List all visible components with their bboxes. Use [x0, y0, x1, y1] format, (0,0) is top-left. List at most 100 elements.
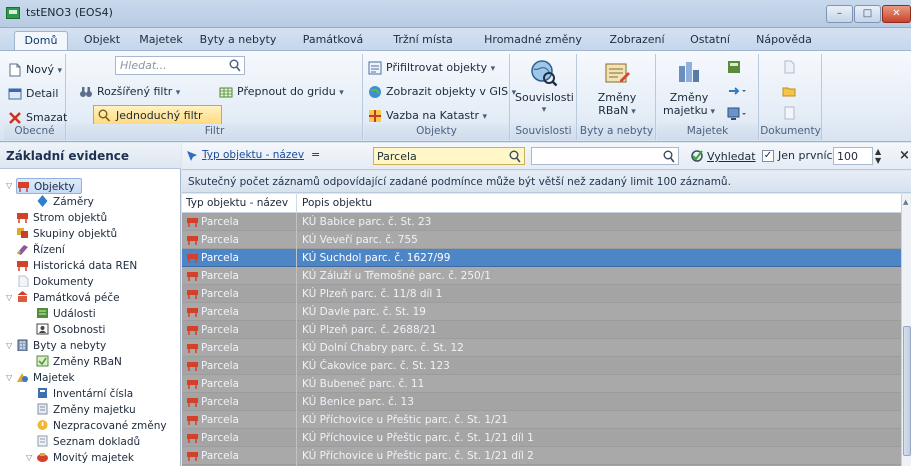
tree-item-udalosti[interactable]: Události — [36, 306, 96, 322]
close-button[interactable]: ✕ — [882, 5, 911, 23]
majetek-small-icon-1[interactable] — [727, 60, 741, 74]
fulltext-search-icon[interactable] — [663, 150, 675, 163]
document-icon[interactable] — [782, 106, 796, 120]
table-row[interactable]: Parcela KÚ Babice parc. č. St. 23 — [182, 213, 901, 231]
zmeny-rban-button[interactable]: Změny RBaN — [586, 56, 648, 119]
document-add-icon[interactable] — [782, 60, 796, 74]
tab-domu[interactable]: Domů — [14, 31, 68, 50]
table-row[interactable]: Parcela KÚ Suchdol parc. č. 1627/99 — [182, 249, 901, 267]
scrollbar-thumb[interactable] — [903, 326, 911, 456]
maximize-button[interactable]: □ — [854, 5, 881, 23]
parcel-flag-icon — [187, 434, 198, 443]
tree-item-seznam-dokladu[interactable]: Seznam dokladů — [36, 434, 140, 450]
tab-hromadne-zmeny[interactable]: Hromadné změny údajů — [468, 31, 598, 64]
tree-item-zamery[interactable]: Záměry — [36, 194, 94, 210]
limit-value: 100 — [837, 150, 858, 163]
tab-byty-a-nebyty[interactable]: Byty a nebyty — [198, 31, 278, 50]
tree-item-historicka-data[interactable]: Historická data REN — [16, 258, 137, 274]
cell-popis: KÚ Benice parc. č. 13 — [302, 396, 414, 408]
tab-trzni-mista[interactable]: Tržní místa — [388, 31, 458, 50]
cell-popis: KÚ Příchovice u Přeštic parc. č. St. 1/2… — [302, 450, 534, 462]
tab-zobrazeni[interactable]: Zobrazení — [606, 31, 668, 50]
ribbon-search-input[interactable]: Hledat... — [115, 56, 245, 75]
cell-typ: Parcela — [201, 252, 239, 264]
filter-value-search-icon[interactable] — [509, 150, 521, 163]
table-row[interactable]: Parcela KÚ Příchovice u Přeštic parc. č. … — [182, 411, 901, 429]
cadastre-link-button[interactable]: Vazba na Katastr — [366, 106, 487, 126]
minimize-button[interactable]: – — [826, 5, 853, 23]
folder-icon[interactable] — [782, 84, 796, 98]
table-row[interactable]: Parcela KÚ Příchovice u Přeštic parc. č. … — [182, 429, 901, 447]
scroll-up-icon[interactable]: ▲ — [903, 198, 908, 206]
tab-ostatni[interactable]: Ostatní — [684, 31, 736, 50]
table-row[interactable]: Parcela KÚ Plzeň parc. č. 11/8 díl 1 — [182, 285, 901, 303]
tree-item-rizeni[interactable]: Řízení — [16, 242, 65, 258]
collapse-pamatkova-pece-toggle[interactable]: ▽ — [6, 293, 12, 302]
parcel-flag-icon — [187, 308, 198, 317]
tree-item-pamatkova-pece[interactable]: Památková péče — [16, 290, 120, 306]
table-row[interactable]: Parcela KÚ Příchovice u Přeštic parc. č. … — [182, 447, 901, 465]
fulltext-search-input[interactable] — [531, 147, 679, 165]
cell-typ: Parcela — [201, 306, 239, 318]
tree-item-movity-majetek[interactable]: Movitý majetek — [36, 450, 134, 466]
tab-napoveda[interactable]: Nápověda — [752, 31, 816, 50]
search-icon[interactable] — [229, 59, 241, 72]
tree-label-zmeny-rban: Změny RBaN — [53, 356, 122, 368]
prefilter-objects-button[interactable]: Přifiltrovat objekty — [366, 58, 495, 78]
souvislosti-button[interactable]: Souvislosti ▾ — [515, 56, 574, 117]
filter-close-button[interactable]: × — [899, 148, 910, 163]
simple-filter-button[interactable]: Jednoduchý filtr — [93, 105, 222, 126]
only-first-checkbox[interactable]: ✓ — [762, 150, 774, 162]
tree-objects-icon — [17, 213, 28, 223]
tree-item-zmeny-rban[interactable]: Změny RBaN — [36, 354, 122, 370]
table-row[interactable]: Parcela KÚ Benice parc. č. 13 — [182, 393, 901, 411]
tree-item-osobnosti[interactable]: Osobnosti — [36, 322, 105, 338]
limit-input[interactable]: 100 — [833, 147, 873, 165]
zmeny-majetku-button[interactable]: Změny majetku — [659, 56, 719, 119]
extended-filter-button[interactable]: Rozšířený filtr — [77, 82, 180, 102]
tab-objekt[interactable]: Objekt — [80, 31, 124, 50]
table-row[interactable]: Parcela KÚ Plzeň parc. č. 2688/21 — [182, 321, 901, 339]
majetek-monitor-icon[interactable] — [727, 107, 747, 121]
show-in-gis-button[interactable]: Zobrazit objekty v GIS — [366, 82, 516, 102]
filter-operator[interactable]: = — [311, 148, 320, 161]
magnifier-icon — [98, 109, 111, 122]
tree-item-majetek[interactable]: Majetek — [16, 370, 75, 386]
tree-item-byty-a-nebyty[interactable]: Byty a nebyty — [16, 338, 106, 354]
switch-grid-button[interactable]: Přepnout do gridu — [217, 82, 344, 102]
table-row[interactable]: Parcela KÚ Záluží u Třemošné parc. č. 250… — [182, 267, 901, 285]
filter-field-selector[interactable]: Typ objektu - název — [202, 149, 304, 161]
new-button[interactable]: Nový — [6, 60, 62, 80]
tree-item-zmeny-majetku[interactable]: Změny majetku — [36, 402, 136, 418]
collapse-objekty-toggle[interactable]: ▽ — [6, 181, 12, 190]
cell-popis: KÚ Příchovice u Přeštic parc. č. St. 1/2… — [302, 432, 534, 444]
tree-item-skupiny-objektu[interactable]: Skupiny objektů — [16, 226, 117, 242]
filter-value-input[interactable]: Parcela — [373, 147, 525, 165]
collapse-majetek-toggle[interactable]: ▽ — [6, 373, 12, 382]
majetek-arrows-icon[interactable] — [727, 84, 747, 98]
vertical-scrollbar[interactable]: ▲ — [901, 194, 911, 466]
limit-stepper-icon[interactable]: ▲ ▼ — [875, 147, 881, 165]
table-row[interactable]: Parcela KÚ Davle parc. č. St. 19 — [182, 303, 901, 321]
column-header-typ[interactable]: Typ objektu - název — [186, 197, 288, 209]
tree-item-dokumenty[interactable]: Dokumenty — [16, 274, 94, 290]
tab-pamatkova-pece[interactable]: Památková péče — [288, 31, 378, 64]
tree-item-inventarni-cisla[interactable]: Inventární čísla — [36, 386, 133, 402]
vyhledat-button[interactable]: Vyhledat — [687, 148, 756, 166]
tree-item-nezpracovane-zmeny[interactable]: Nezpracované změny — [36, 418, 167, 434]
app-icon — [6, 7, 20, 19]
tab-majetek[interactable]: Majetek — [136, 31, 186, 50]
table-row[interactable]: Parcela KÚ Veveří parc. č. 755 — [182, 231, 901, 249]
table-row[interactable]: Parcela KÚ Dolní Chabry parc. č. St. 12 — [182, 339, 901, 357]
tree-item-strom-objektu[interactable]: Strom objektů — [16, 210, 107, 226]
table-row[interactable]: Parcela KÚ Čakovice parc. č. St. 123 — [182, 357, 901, 375]
table-row[interactable]: Parcela KÚ Bubeneč parc. č. 11 — [182, 375, 901, 393]
detail-button[interactable]: Detail — [6, 84, 58, 104]
tree-item-objekty[interactable]: Objekty — [16, 178, 82, 194]
column-header-popis[interactable]: Popis objektu — [302, 197, 372, 209]
collapse-byty-toggle[interactable]: ▽ — [6, 341, 12, 350]
collapse-movity-majetek-toggle[interactable]: ▽ — [26, 453, 32, 462]
column-divider[interactable] — [296, 194, 297, 213]
property-changes-small-icon — [37, 403, 48, 415]
parcel-flag-icon — [187, 254, 198, 263]
